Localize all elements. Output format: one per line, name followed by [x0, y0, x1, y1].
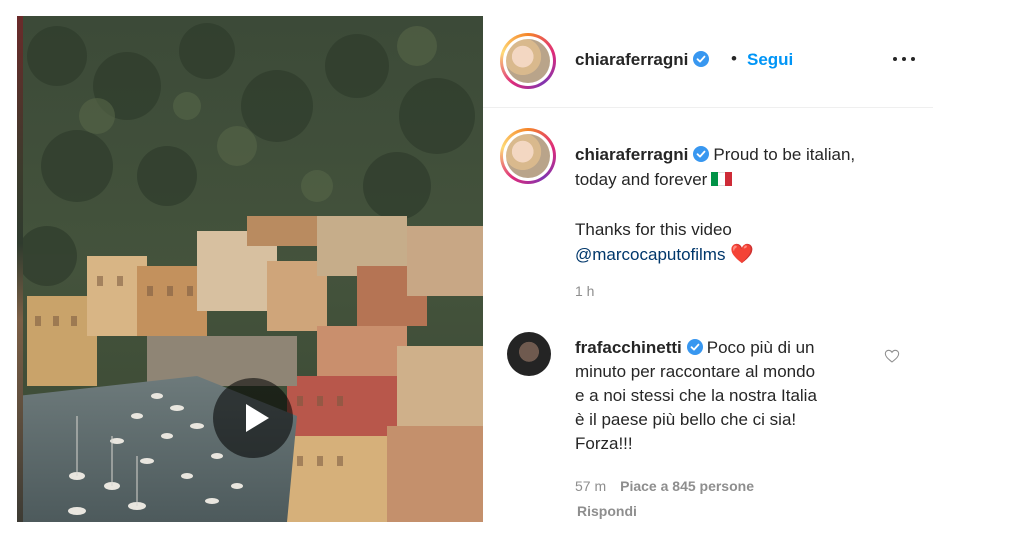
comment-text-line3: e a noi stessi che la nostra Italia — [575, 386, 817, 405]
post-side-panel: chiaraferragni • Segui chiaraferragni Pro… — [483, 16, 933, 522]
caption-text-line1: Proud to be italian, — [713, 145, 856, 164]
verified-badge-icon — [693, 51, 710, 67]
verified-badge-icon — [686, 339, 703, 355]
post-header: chiaraferragni • Segui — [483, 16, 933, 108]
caption-username[interactable]: chiaraferragni — [575, 145, 688, 164]
author-name-row: chiaraferragni — [575, 50, 713, 70]
caption-text-line2: today and forever — [575, 170, 708, 189]
mention-link[interactable]: @marcocaputofilms — [575, 245, 725, 264]
header-separator: • — [731, 49, 737, 68]
post-caption: chiaraferragni Proud to be italian, today… — [575, 142, 915, 267]
comment-item: frafacchinetti Poco più di un minuto per … — [575, 336, 865, 456]
more-options-icon[interactable] — [891, 50, 917, 70]
caption-text-line3: Thanks for this video — [575, 220, 732, 239]
caption-author-avatar[interactable] — [500, 128, 556, 184]
author-avatar[interactable] — [500, 33, 556, 89]
italy-flag-icon — [711, 168, 733, 186]
play-icon — [246, 404, 269, 432]
video-edge-strip — [17, 16, 23, 522]
comment-likes-count[interactable]: Piace a 845 persone — [620, 478, 754, 494]
comment-text-line4: è il paese più bello che ci sia! — [575, 410, 797, 429]
verified-badge-icon — [693, 146, 710, 162]
comment-text-line1: Poco più di un — [706, 338, 815, 357]
comment-meta: 57 m Piace a 845 persone — [575, 478, 754, 494]
comment-username[interactable]: frafacchinetti — [575, 338, 682, 357]
reply-button[interactable]: Rispondi — [577, 503, 637, 519]
comment-timestamp[interactable]: 57 m — [575, 478, 606, 494]
follow-button[interactable]: Segui — [747, 50, 793, 70]
heart-emoji: ❤️ — [730, 244, 754, 265]
heart-outline-icon[interactable] — [884, 348, 900, 364]
commenter-avatar[interactable] — [507, 332, 551, 376]
play-button[interactable] — [213, 378, 293, 458]
caption-timestamp[interactable]: 1 h — [575, 283, 594, 299]
comment-text-line5: Forza!!! — [575, 434, 633, 453]
author-username[interactable]: chiaraferragni — [575, 50, 688, 69]
comment-text-line2: minuto per raccontare al mondo — [575, 362, 816, 381]
